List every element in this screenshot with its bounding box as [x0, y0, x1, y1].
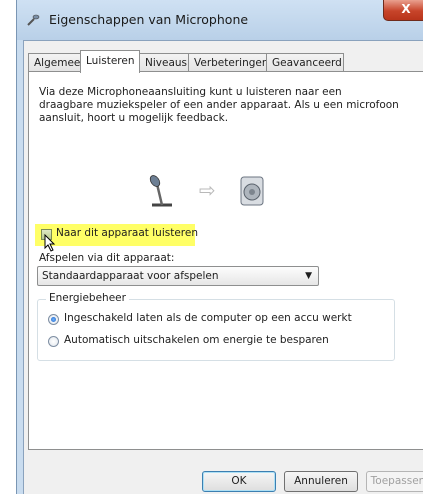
power-management-group: Energiebeheer Ingeschakeld laten als de …: [37, 292, 395, 361]
listen-checkbox-label[interactable]: Naar dit apparaat luisteren: [56, 227, 198, 239]
tab-algemeen[interactable]: Algemeen: [28, 53, 87, 72]
tab-geavanceerd[interactable]: Geavanceerd: [266, 53, 344, 72]
properties-window: Eigenschappen van Microphone X Algemeen …: [16, 0, 423, 494]
close-button[interactable]: X: [383, 0, 423, 21]
mouse-pointer-icon: [44, 234, 56, 252]
listen-illustration: ⇨: [29, 172, 423, 212]
cancel-button[interactable]: Annuleren: [284, 471, 358, 492]
listen-description: Via deze Microphoneaansluiting kunt u lu…: [39, 86, 399, 124]
window-title: Eigenschappen van Microphone: [49, 12, 249, 27]
microphone-icon: [149, 175, 172, 207]
playback-device-label: Afspelen via dit apparaat:: [39, 252, 175, 264]
power-management-title: Energiebeheer: [46, 292, 129, 304]
playback-device-value: Standaardapparaat voor afspelen: [42, 270, 219, 282]
tab-luisteren[interactable]: Luisteren: [80, 50, 140, 73]
ok-button[interactable]: OK: [202, 471, 276, 492]
radio-keep-on-battery[interactable]: [48, 314, 59, 325]
tab-verbeteringen[interactable]: Verbeteringen: [188, 53, 269, 72]
microphone-icon: [27, 14, 40, 26]
arrow-right-icon: ⇨: [199, 178, 216, 202]
radio-keep-on-battery-label[interactable]: Ingeschakeld laten als de computer op ee…: [64, 312, 352, 324]
dialog-body: Algemeen Luisteren Niveaus Verbeteringen…: [23, 40, 423, 494]
radio-auto-disable-label[interactable]: Automatisch uitschakelen om energie te b…: [64, 334, 329, 346]
chevron-down-icon: ▼: [305, 271, 312, 281]
tab-niveaus[interactable]: Niveaus: [139, 53, 189, 72]
apply-button[interactable]: Toepassen: [366, 471, 423, 492]
playback-device-select[interactable]: Standaardapparaat voor afspelen ▼: [37, 266, 319, 286]
listen-tab-panel: Via deze Microphoneaansluiting kunt u lu…: [28, 71, 423, 450]
speaker-icon: [240, 176, 264, 206]
title-bar[interactable]: Eigenschappen van Microphone X: [17, 0, 423, 40]
radio-auto-disable[interactable]: [48, 336, 59, 347]
